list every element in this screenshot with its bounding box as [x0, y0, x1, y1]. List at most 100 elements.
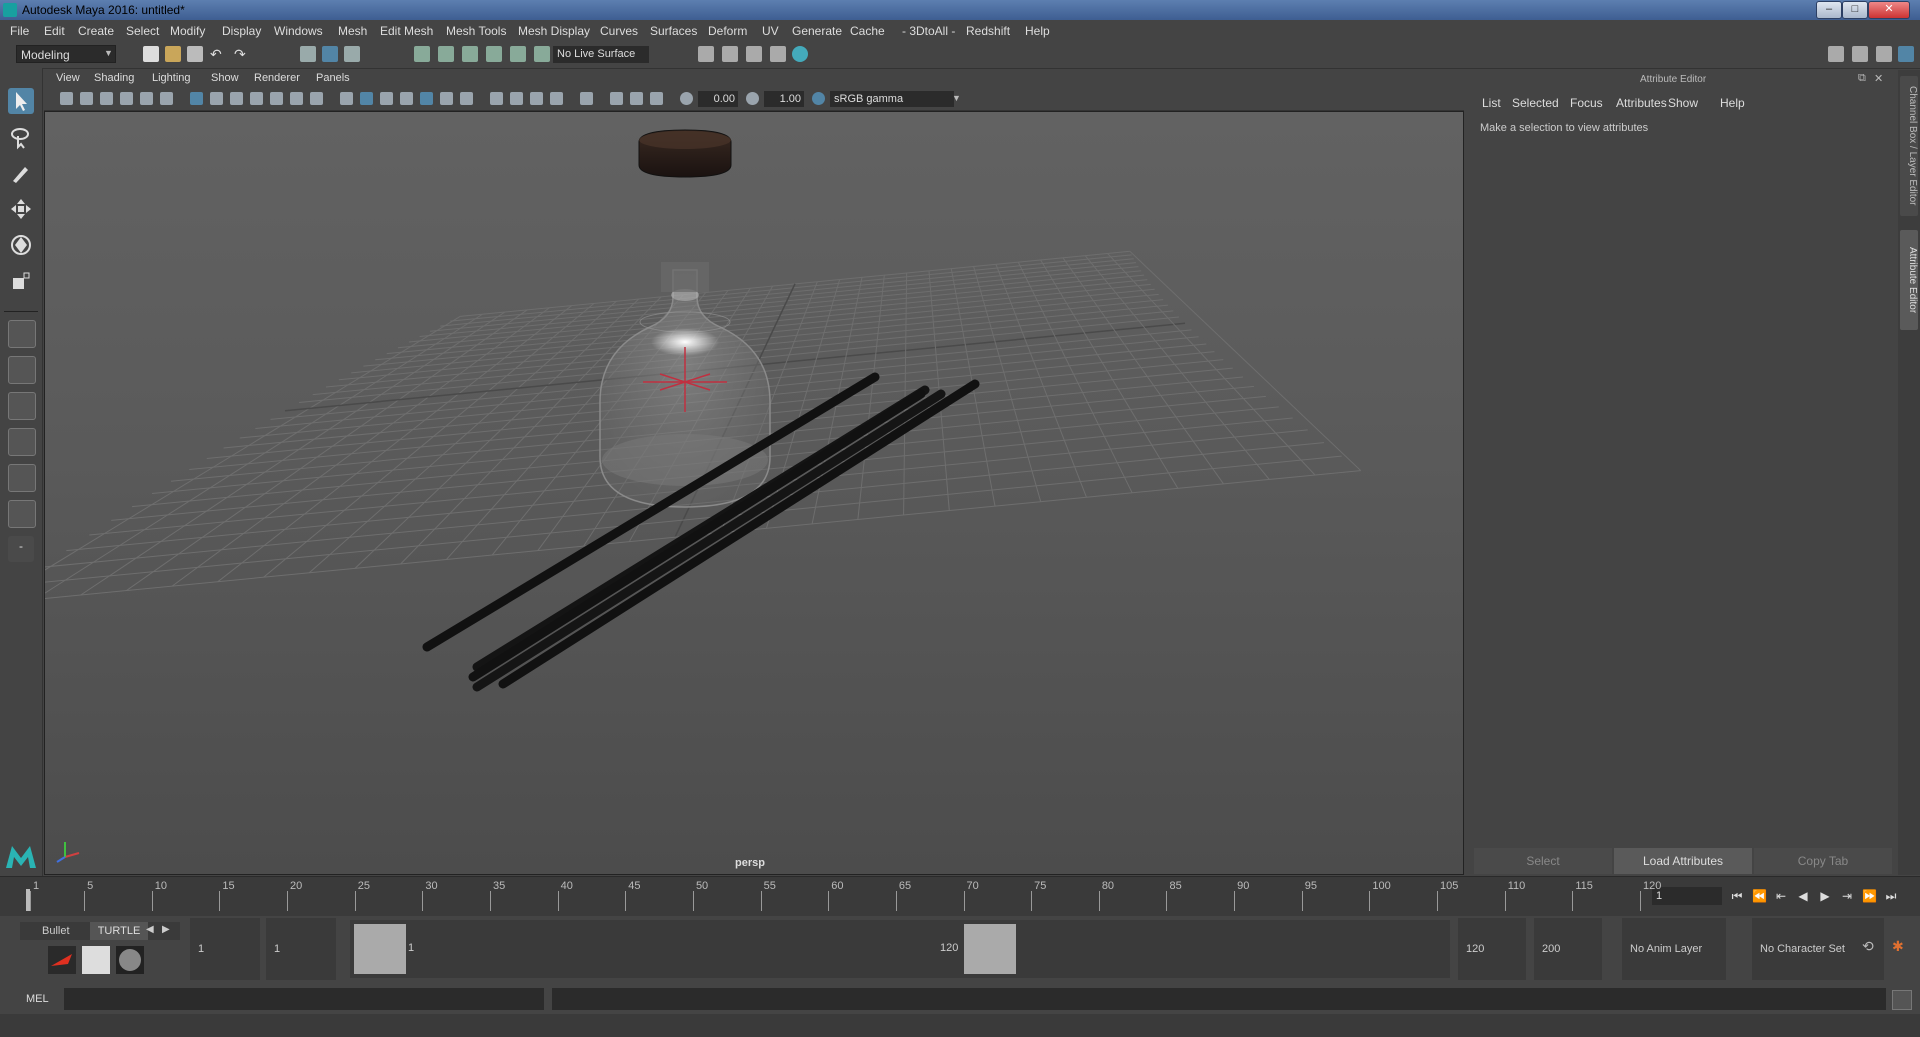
select-by-object-icon[interactable] [322, 46, 338, 62]
resolution-gate-icon[interactable] [230, 92, 243, 105]
gamma-field[interactable]: 1.00 [764, 91, 804, 107]
xray-icon[interactable] [490, 92, 503, 105]
menu-create[interactable]: Create [78, 24, 114, 38]
panel-menu-show[interactable]: Show [211, 72, 239, 84]
textured-icon[interactable] [420, 92, 433, 105]
menu-windows[interactable]: Windows [274, 24, 323, 38]
snap-together-icon[interactable] [534, 46, 550, 62]
isolate-select-icon[interactable] [580, 92, 593, 105]
motion-blur-icon[interactable] [630, 92, 643, 105]
panel-menu-renderer[interactable]: Renderer [254, 72, 300, 84]
snap-curve-icon[interactable] [438, 46, 454, 62]
redo-icon[interactable]: ↷ [234, 46, 250, 62]
load-attributes-button[interactable]: Load Attributes [1614, 848, 1752, 874]
scale-tool-icon[interactable] [8, 268, 34, 294]
playback-end-field[interactable]: 120 [1458, 918, 1526, 980]
modeling-toolkit-icon[interactable] [1828, 46, 1844, 62]
menu-3dtoall[interactable]: - 3DtoAll - [902, 24, 955, 38]
shelf-bullet-icon[interactable] [48, 946, 76, 974]
snap-view-plane-icon[interactable] [486, 46, 502, 62]
close-button[interactable]: ✕ [1868, 1, 1910, 19]
attr-menu-help[interactable]: Help [1720, 96, 1745, 110]
save-scene-icon[interactable] [187, 46, 203, 62]
lasso-tool-icon[interactable] [8, 124, 34, 150]
play-backwards-icon[interactable]: ◀ [1796, 889, 1810, 903]
menu-file[interactable]: File [10, 24, 29, 38]
ambient-occlusion-icon[interactable] [610, 92, 623, 105]
command-language-label[interactable]: MEL [26, 993, 49, 1005]
attr-menu-attributes[interactable]: Attributes [1616, 96, 1667, 110]
step-forward-frame-icon[interactable]: ⇥ [1840, 889, 1854, 903]
step-back-key-icon[interactable]: ⏪ [1752, 889, 1767, 903]
rotate-tool-icon[interactable] [8, 232, 34, 258]
perspective-viewport[interactable]: persp [44, 111, 1464, 875]
single-perspective-layout-icon[interactable] [8, 320, 36, 348]
wireframe-on-shaded-icon[interactable] [400, 92, 413, 105]
hypershade-icon[interactable] [792, 46, 808, 62]
xray-components-icon[interactable] [530, 92, 543, 105]
minimize-button[interactable]: – [1816, 1, 1842, 19]
attr-menu-show[interactable]: Show [1668, 96, 1698, 110]
snap-grid-icon[interactable] [414, 46, 430, 62]
attr-close-icon[interactable]: ✕ [1874, 72, 1883, 85]
channel-box-tab[interactable]: Channel Box / Layer Editor [1900, 76, 1918, 216]
menu-mesh-display[interactable]: Mesh Display [518, 24, 590, 38]
range-max-handle[interactable] [964, 924, 1016, 974]
persp-graph-layout-icon[interactable] [8, 428, 36, 456]
grease-pencil-icon[interactable] [160, 92, 173, 105]
paint-select-tool-icon[interactable] [8, 160, 34, 186]
script-editor-icon[interactable] [1892, 990, 1912, 1010]
render-current-icon[interactable] [722, 46, 738, 62]
field-chart-icon[interactable] [270, 92, 283, 105]
snap-point-icon[interactable] [462, 46, 478, 62]
xray-joints-icon[interactable] [510, 92, 523, 105]
select-by-component-icon[interactable] [344, 46, 360, 62]
menu-display[interactable]: Display [222, 24, 261, 38]
current-frame-field[interactable]: 1 [1652, 887, 1722, 905]
shelf-tab-prev-icon[interactable]: ◀ [146, 924, 154, 935]
menu-curves[interactable]: Curves [600, 24, 638, 38]
menu-edit[interactable]: Edit [44, 24, 65, 38]
anim-layer-select[interactable]: No Anim Layer [1622, 918, 1726, 980]
render-view-icon[interactable] [698, 46, 714, 62]
more-layouts-icon[interactable]: - [8, 536, 34, 562]
shadows-icon[interactable] [460, 92, 473, 105]
menu-uv[interactable]: UV [762, 24, 779, 38]
command-input[interactable] [64, 988, 544, 1010]
four-view-layout-icon[interactable] [8, 356, 36, 384]
shelf-tab-turtle[interactable]: TURTLE [90, 922, 148, 940]
exposure-icon[interactable] [680, 92, 693, 105]
live-surface-field[interactable]: No Live Surface [553, 46, 649, 63]
auto-key-icon[interactable]: ⟲ [1862, 938, 1874, 955]
maximize-button[interactable]: □ [1842, 1, 1868, 19]
attribute-editor-tab[interactable]: Attribute Editor [1900, 230, 1918, 330]
shelf-tab-bullet[interactable]: Bullet [42, 925, 70, 937]
menu-surfaces[interactable]: Surfaces [650, 24, 697, 38]
animation-preferences-icon[interactable]: ✱ [1892, 938, 1904, 955]
mode-select[interactable]: Modeling [16, 45, 116, 63]
shelf-turtle-render-icon[interactable] [82, 946, 110, 974]
animation-end-field[interactable]: 200 [1534, 918, 1602, 980]
go-to-end-icon[interactable]: ⏭ [1884, 889, 1898, 903]
go-to-start-icon[interactable]: ⏮ [1730, 889, 1744, 903]
copy-tab-button[interactable]: Copy Tab [1754, 848, 1892, 874]
menu-select[interactable]: Select [126, 24, 159, 38]
gate-mask-icon[interactable] [250, 92, 263, 105]
undo-icon[interactable]: ↶ [210, 46, 226, 62]
playback-start-field[interactable]: 1 [266, 918, 336, 980]
menu-edit-mesh[interactable]: Edit Mesh [380, 24, 433, 38]
step-back-frame-icon[interactable]: ⇤ [1774, 889, 1788, 903]
persp-hypershade-layout-icon[interactable] [8, 464, 36, 492]
time-slider[interactable]: 1 ⏮ ⏪ ⇤ ◀ ▶ ⇥ ⏩ ⏭ 1 5 10 15 20 25 30 35 40 45 50 55… [0, 876, 1920, 917]
ipr-render-icon[interactable] [746, 46, 762, 62]
anti-aliasing-icon[interactable] [650, 92, 663, 105]
default-material-icon[interactable] [380, 92, 393, 105]
smooth-shade-icon[interactable] [360, 92, 373, 105]
attr-menu-list[interactable]: List [1482, 96, 1501, 110]
panel-menu-view[interactable]: View [56, 72, 80, 84]
select-by-hierarchy-icon[interactable] [300, 46, 316, 62]
panel-menu-lighting[interactable]: Lighting [152, 72, 191, 84]
image-plane-icon[interactable] [120, 92, 133, 105]
camera-attributes-icon[interactable] [80, 92, 93, 105]
safe-title-icon[interactable] [310, 92, 323, 105]
